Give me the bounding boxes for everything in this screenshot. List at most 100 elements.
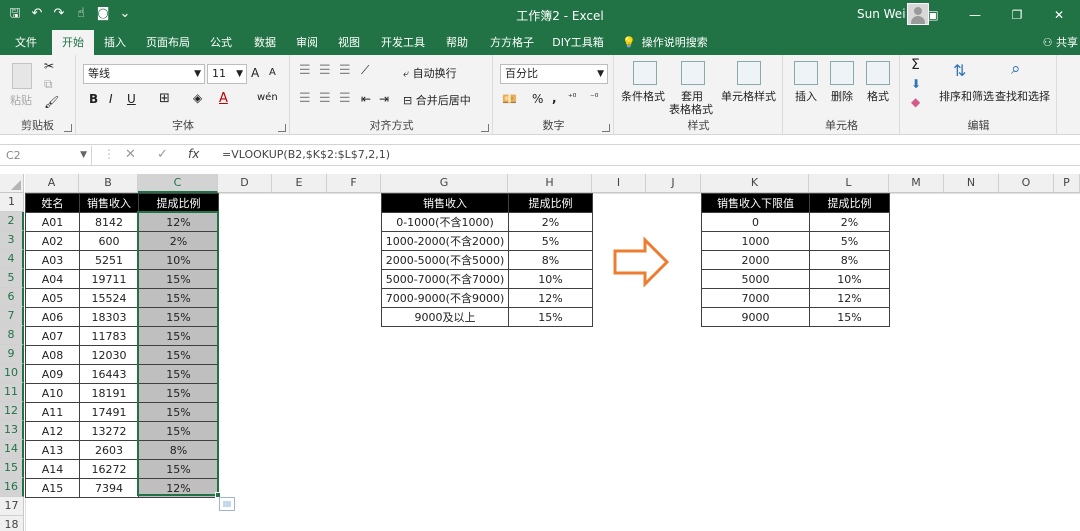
table-cell[interactable]: 16272 [79, 459, 139, 479]
customize-qat-icon[interactable]: ⌄ [116, 5, 134, 23]
paste-icon[interactable] [12, 63, 32, 89]
table-cell[interactable]: 2% [508, 212, 593, 232]
table-cell[interactable]: 15% [809, 307, 890, 327]
table-cell[interactable]: 10% [138, 250, 219, 270]
column-header[interactable]: G [381, 174, 508, 193]
copy-icon[interactable]: ⧉ [44, 77, 53, 92]
align-middle-icon[interactable]: ☰ [319, 63, 331, 78]
redo-icon[interactable]: ↷ [50, 5, 68, 23]
table-cell[interactable]: 5251 [79, 250, 139, 270]
table-cell[interactable]: 19711 [79, 269, 139, 289]
table-cell[interactable]: A10 [25, 383, 80, 403]
table-cell[interactable]: 15% [138, 345, 219, 365]
tab-diy-toolbox[interactable]: DIY工具箱 [546, 30, 610, 55]
header-cell[interactable]: 提成比例 [138, 193, 219, 213]
column-header[interactable]: E [272, 174, 327, 193]
column-header[interactable]: L [809, 174, 889, 193]
borders-icon[interactable]: ⊞ [159, 91, 170, 106]
table-cell[interactable]: 1000-2000(不含2000) [381, 231, 509, 251]
table-cell[interactable]: 12% [508, 288, 593, 308]
number-launcher-icon[interactable] [602, 124, 610, 132]
table-cell[interactable]: 5% [809, 231, 890, 251]
column-header[interactable]: P [1054, 174, 1080, 193]
tab-page-layout[interactable]: 页面布局 [140, 30, 196, 55]
table-cell[interactable]: 8142 [79, 212, 139, 232]
table-cell[interactable]: 15% [138, 421, 219, 441]
find-select-icon[interactable]: ⌕ [1011, 59, 1021, 79]
table-cell[interactable]: 15% [138, 326, 219, 346]
format-as-table-icon[interactable] [681, 61, 705, 85]
undo-icon[interactable]: ↶ [28, 5, 46, 23]
table-cell[interactable]: 8% [138, 440, 219, 460]
table-cell[interactable]: A02 [25, 231, 80, 251]
table-cell[interactable]: 15% [138, 288, 219, 308]
row-header[interactable]: 3 [0, 231, 24, 250]
table-cell[interactable]: 9000 [701, 307, 810, 327]
column-header[interactable]: M [889, 174, 944, 193]
table-cell[interactable]: A08 [25, 345, 80, 365]
table-cell[interactable]: 600 [79, 231, 139, 251]
align-center-icon[interactable]: ☰ [319, 91, 331, 106]
find-select-button[interactable]: 查找和选择 [995, 88, 1050, 104]
table-cell[interactable]: 8% [508, 250, 593, 270]
table-cell[interactable]: A07 [25, 326, 80, 346]
column-header[interactable]: O [999, 174, 1054, 193]
column-header[interactable]: K [701, 174, 809, 193]
font-launcher-icon[interactable] [278, 124, 286, 132]
align-left-icon[interactable]: ☰ [299, 91, 311, 106]
merge-center-button[interactable]: ⊟ 合并后居中 [403, 92, 471, 108]
table-cell[interactable]: 5% [508, 231, 593, 251]
column-header[interactable]: B [79, 174, 138, 193]
row-header[interactable]: 9 [0, 345, 24, 364]
table-cell[interactable]: 12% [809, 288, 890, 308]
underline-button[interactable]: U [127, 92, 136, 106]
sort-filter-icon[interactable]: ⇅ [953, 61, 966, 80]
clipboard-launcher-icon[interactable] [64, 124, 72, 132]
format-cells-icon[interactable] [866, 61, 890, 85]
table-cell[interactable]: 15% [508, 307, 593, 327]
clear-icon[interactable]: ◆ [911, 95, 920, 109]
row-header[interactable]: 17 [0, 497, 24, 516]
format-cells-button[interactable]: 格式 [867, 88, 889, 104]
table-cell[interactable]: A05 [25, 288, 80, 308]
decrease-indent-icon[interactable]: ⇤ [361, 92, 371, 106]
table-cell[interactable]: 15524 [79, 288, 139, 308]
column-header[interactable]: C [138, 174, 218, 193]
row-header[interactable]: 5 [0, 269, 24, 288]
conditional-format-icon[interactable] [633, 61, 657, 85]
font-size-select[interactable]: 11 ▼ [207, 64, 247, 84]
table-cell[interactable]: 15% [138, 459, 219, 479]
table-cell[interactable]: 12030 [79, 345, 139, 365]
close-icon[interactable]: ✕ [1038, 0, 1080, 30]
table-cell[interactable]: A11 [25, 402, 80, 422]
align-bottom-icon[interactable]: ☰ [339, 63, 351, 78]
tab-home[interactable]: 开始 [52, 30, 94, 55]
cut-icon[interactable]: ✂ [44, 59, 54, 73]
save-icon[interactable]: 🖫 [6, 5, 24, 23]
table-cell[interactable]: 8% [809, 250, 890, 270]
delete-cells-icon[interactable] [830, 61, 854, 85]
row-header[interactable]: 16 [0, 478, 24, 497]
row-header[interactable]: 13 [0, 421, 24, 440]
comma-style-button[interactable]: , [552, 91, 557, 105]
orientation-icon[interactable]: ⟋ [361, 63, 369, 78]
format-painter-icon[interactable]: 🖌 [44, 95, 59, 109]
table-cell[interactable]: 12% [138, 478, 219, 498]
table-cell[interactable]: 15% [138, 307, 219, 327]
table-cell[interactable]: 0 [701, 212, 810, 232]
touch-mode-icon[interactable]: ☝ [72, 5, 90, 23]
align-top-icon[interactable]: ☰ [299, 63, 311, 78]
table-cell[interactable]: A04 [25, 269, 80, 289]
row-header[interactable]: 7 [0, 307, 24, 326]
table-cell[interactable]: 0-1000(不含1000) [381, 212, 509, 232]
table-cell[interactable]: 5000 [701, 269, 810, 289]
insert-cells-button[interactable]: 插入 [795, 88, 817, 104]
insert-cells-icon[interactable] [794, 61, 818, 85]
grow-font-button[interactable]: A [251, 66, 259, 80]
paste-button[interactable]: 粘贴 [10, 92, 32, 108]
alignment-launcher-icon[interactable] [481, 124, 489, 132]
bold-button[interactable]: B [89, 92, 98, 106]
tab-formulas[interactable]: 公式 [202, 30, 240, 55]
tab-developer[interactable]: 开发工具 [372, 30, 434, 55]
cancel-icon[interactable]: ✕ [125, 147, 136, 162]
